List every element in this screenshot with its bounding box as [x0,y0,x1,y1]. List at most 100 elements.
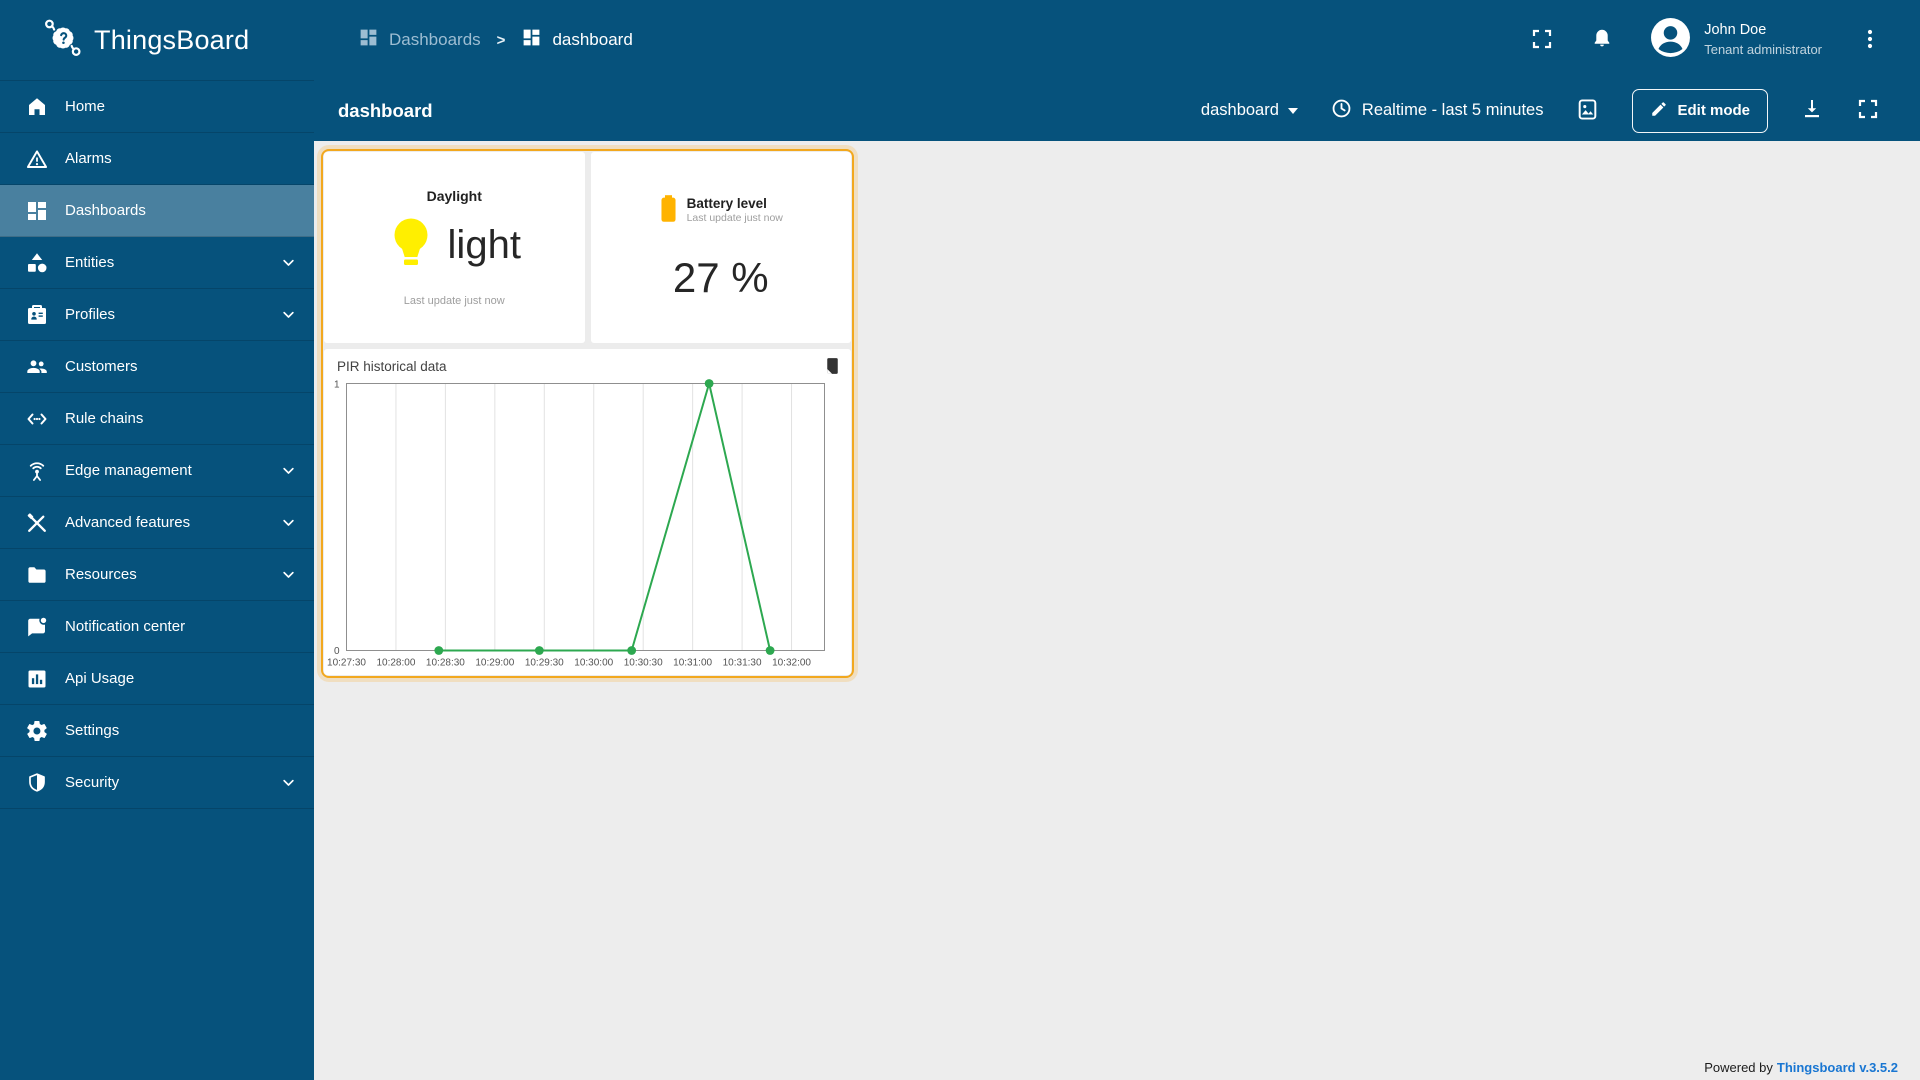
sidebar-item-alarms[interactable]: Alarms [0,133,314,185]
logo[interactable]: ThingsBoard [0,0,314,80]
sidebar-item-label: Settings [65,722,120,739]
export-dashboard-button[interactable] [1800,97,1824,124]
sidebar-item-label: Security [65,774,120,791]
fullscreen-toggle-button[interactable] [1530,27,1554,54]
sidebar: ThingsBoard Home Alarms Dashboards Entities… [0,0,314,1080]
customers-icon [25,355,49,379]
svg-text:10:29:30: 10:29:30 [525,658,564,669]
chevron-down-icon [281,515,296,530]
sidebar-item-label: Dashboards [65,202,146,219]
sidebar-item-profiles[interactable]: Profiles [0,289,314,341]
chevron-down-icon [281,567,296,582]
sidebar-item-advanced-features[interactable]: Advanced features [0,497,314,549]
account-menu[interactable]: John Doe Tenant administrator [1650,17,1822,63]
sidebar-item-label: Home [65,98,106,115]
download-icon [1800,97,1824,124]
sidebar-item-label: Profiles [65,306,116,323]
user-role: Tenant administrator [1704,42,1822,57]
entities-icon [25,251,49,275]
home-icon [25,95,49,119]
chevron-down-icon [281,463,296,478]
dashboard-image-button[interactable] [1575,97,1600,125]
battery-title: Battery level [686,195,767,211]
sidebar-item-customers[interactable]: Customers [0,341,314,393]
svg-text:10:27:30: 10:27:30 [327,658,366,669]
pencil-icon [1650,100,1668,122]
page-title: dashboard [338,99,433,121]
thingsboard-app: ThingsBoard Home Alarms Dashboards Entities… [0,0,1920,1080]
sidebar-item-label: Notification center [65,618,186,635]
alarms-icon [25,147,49,171]
sidebar-item-dashboards[interactable]: Dashboards [0,185,314,237]
sidebar-item-security[interactable]: Security [0,757,314,809]
sidebar-item-label: Customers [65,358,138,375]
svg-text:10:32:00: 10:32:00 [772,658,811,669]
file-icon[interactable] [825,357,840,380]
svg-text:10:31:00: 10:31:00 [673,658,712,669]
dashboard-select[interactable]: dashboard [1201,101,1298,120]
logo-text: ThingsBoard [94,24,250,55]
fullscreen-icon [1856,97,1880,124]
pir-line-chart: 10:27:30 10:28:00 10:28:30 10:29:00 10:29:30… [327,379,825,669]
sidebar-item-entities[interactable]: Entities [0,237,314,289]
daylight-last-update: Last update just now [403,295,505,307]
timewindow-button[interactable]: Realtime - last 5 minutes [1330,97,1543,125]
notifications-button[interactable] [1590,27,1614,54]
thingsboard-version-link[interactable]: Thingsboard v.3.5.2 [1777,1060,1898,1075]
sidebar-item-edge-management[interactable]: Edge management [0,445,314,497]
sidebar-item-settings[interactable]: Settings [0,705,314,757]
api-usage-icon [25,667,49,691]
fullscreen-icon [1530,27,1554,54]
pir-chart-title: PIR historical data [337,359,447,374]
daylight-value: light [447,223,521,267]
sidebar-item-label: Entities [65,254,115,271]
avatar [1650,17,1691,63]
bulb-icon [388,216,434,275]
dashboard-fullscreen-button[interactable] [1856,97,1880,124]
selected-widget-group[interactable]: Daylight light Last update just now Batt… [321,149,854,678]
sidebar-item-rule-chains[interactable]: Rule chains [0,393,314,445]
sidebar-item-label: Rule chains [65,410,144,427]
image-icon [1575,97,1600,125]
caret-down-icon [1287,107,1298,114]
sidebar-item-notification-center[interactable]: Notification center [0,601,314,653]
breadcrumb-separator: > [496,31,506,49]
sidebar-item-label: Advanced features [65,514,191,531]
bell-icon [1590,27,1614,54]
edit-mode-button[interactable]: Edit mode [1632,88,1768,133]
footer: Powered by Thingsboard v.3.5.2 [1704,1060,1898,1075]
svg-text:10:30:00: 10:30:00 [574,658,613,669]
svg-text:1: 1 [334,380,340,391]
dashboards-icon [25,199,49,223]
resources-icon [25,563,49,587]
security-icon [25,771,49,795]
clock-icon [1330,97,1353,125]
battery-last-update: Last update just now [686,212,783,225]
sidebar-item-resources[interactable]: Resources [0,549,314,601]
battery-value: 27 % [672,253,769,301]
breadcrumb-dashboards[interactable]: Dashboards [358,27,481,53]
battery-widget[interactable]: Battery level Last update just now 27 % [590,152,851,343]
notification-center-icon [25,615,49,639]
dashboard-toolbar: dashboard dashboard Realtime - last 5 mi… [314,80,1920,141]
top-header: Dashboards > dashboard John Doe Tenant a… [314,0,1920,80]
sidebar-item-label: Api Usage [65,670,135,687]
sidebar-item-home[interactable]: Home [0,81,314,133]
daylight-widget[interactable]: Daylight light Last update just now [324,152,585,343]
battery-icon [659,194,678,228]
sidebar-item-api-usage[interactable]: Api Usage [0,653,314,705]
sidebar-item-label: Resources [65,566,137,583]
breadcrumb-dashboard-current[interactable]: dashboard [521,27,633,53]
advanced-features-icon [25,511,49,535]
user-name: John Doe [1704,22,1767,39]
dashboard-canvas: Daylight light Last update just now Batt… [314,141,1920,1080]
settings-icon [25,719,49,743]
svg-text:0: 0 [334,646,340,657]
chevron-down-icon [281,255,296,270]
more-menu-button[interactable] [1858,27,1882,54]
chevron-down-icon [281,775,296,790]
sidebar-nav: Home Alarms Dashboards Entities Profiles Cust… [0,80,314,809]
svg-text:10:31:30: 10:31:30 [723,658,762,669]
pir-chart-widget[interactable]: PIR historical data 10:27:30 10:28:00 10:2… [324,349,851,675]
main-area: Dashboards > dashboard John Doe Tenant a… [314,0,1920,1080]
